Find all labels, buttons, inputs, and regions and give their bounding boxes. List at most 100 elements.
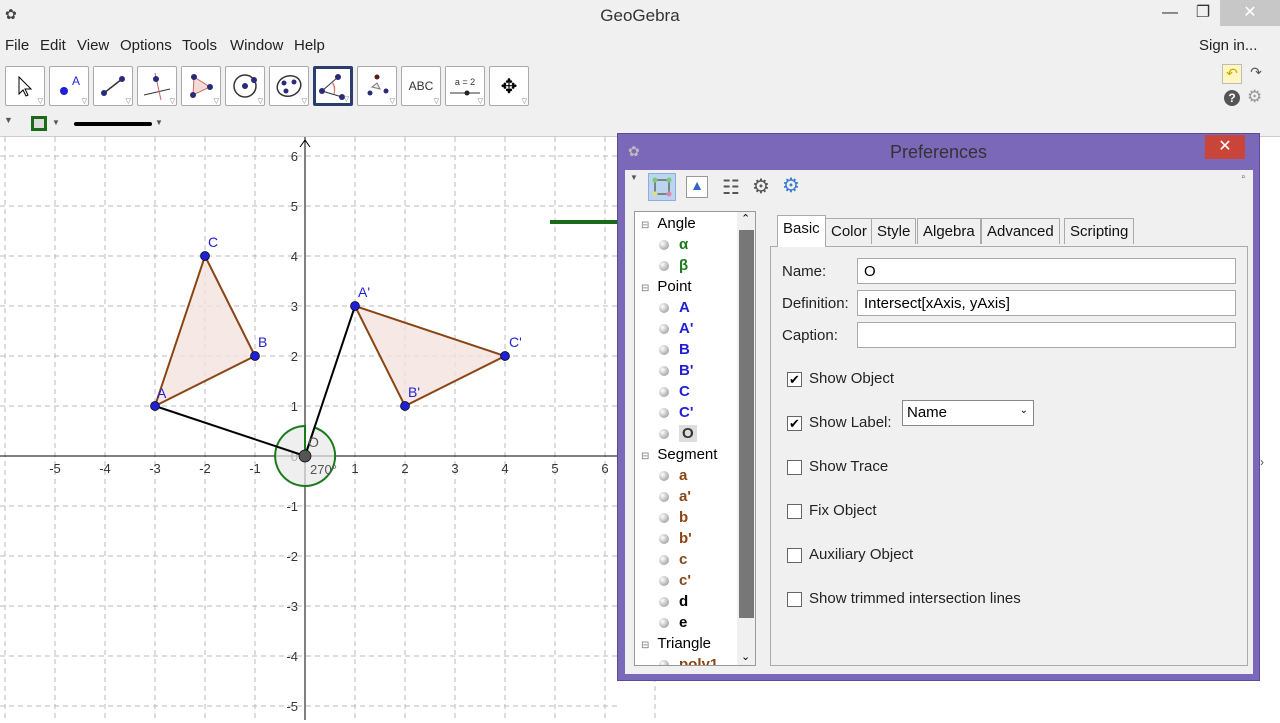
tab-algebra[interactable]: Algebra (917, 218, 981, 244)
tree-group[interactable]: ⊟ Point (641, 276, 692, 297)
visibility-ball-icon[interactable] (659, 555, 669, 566)
color-dropdown-icon[interactable]: ▼ (52, 118, 60, 127)
object-tree[interactable]: ⌃ ⌄ ⊟ Angle α β ⊟ Point A A' B B' C C' O ⊟ Segment a a' b b… (634, 211, 756, 666)
tree-item[interactable]: b (659, 507, 688, 528)
visibility-ball-icon[interactable] (659, 471, 669, 482)
visibility-ball-icon[interactable] (659, 618, 669, 629)
visibility-ball-icon[interactable] (659, 597, 669, 608)
menu-view[interactable]: View (77, 37, 109, 54)
menu-options[interactable]: Options (120, 37, 172, 54)
visibility-ball-icon[interactable] (659, 303, 669, 314)
maximize-button[interactable]: ❐ (1188, 0, 1218, 26)
visibility-ball-icon[interactable] (659, 492, 669, 503)
caption-input[interactable] (857, 322, 1236, 348)
checkbox[interactable] (787, 504, 802, 519)
visibility-ball-icon[interactable] (659, 513, 669, 524)
scroll-down-icon[interactable]: ⌄ (741, 650, 750, 663)
collapse-icon[interactable]: ⊟ (641, 283, 649, 294)
tree-item[interactable]: B' (659, 360, 693, 381)
tree-group[interactable]: ⊟ Triangle (641, 633, 711, 654)
checkbox[interactable] (787, 548, 802, 563)
definition-input[interactable] (857, 290, 1236, 316)
tree-item[interactable]: poly1 (659, 654, 718, 665)
visibility-ball-icon[interactable] (659, 324, 669, 335)
scroll-up-icon[interactable]: ⌃ (741, 212, 750, 225)
undo-button[interactable]: ↶ (1222, 64, 1242, 84)
tab-basic[interactable]: Basic (777, 215, 826, 247)
move-graphics-view-tool[interactable]: ✥ ▽ (489, 66, 529, 106)
menu-help[interactable]: Help (294, 37, 325, 54)
reflect-tool[interactable]: ▽ (357, 66, 397, 106)
line-style-dropdown-icon[interactable]: ▼ (155, 118, 163, 127)
tree-item[interactable]: C (659, 381, 690, 402)
visibility-ball-icon[interactable] (659, 261, 669, 272)
tree-item[interactable]: A' (659, 318, 693, 339)
visibility-ball-icon[interactable] (659, 429, 669, 440)
visibility-ball-icon[interactable] (659, 534, 669, 545)
visibility-ball-icon[interactable] (659, 387, 669, 398)
circle-tool[interactable]: ▽ (225, 66, 265, 106)
settings-gear-icon[interactable]: ⚙ (1247, 87, 1262, 107)
perpendicular-line-tool[interactable]: ▽ (137, 66, 177, 106)
checkbox[interactable] (787, 460, 802, 475)
visibility-ball-icon[interactable] (659, 660, 669, 665)
tree-group[interactable]: ⊟ Angle (641, 213, 696, 234)
collapse-icon[interactable]: ⊟ (641, 451, 649, 462)
tree-item[interactable]: α (659, 234, 688, 255)
tab-advanced[interactable]: Advanced (981, 218, 1060, 244)
tree-item[interactable]: C' (659, 402, 693, 423)
objects-prefs-button[interactable] (648, 173, 676, 201)
checkbox[interactable]: ✔ (787, 416, 802, 431)
menu-file[interactable]: File (5, 37, 29, 54)
tree-item[interactable]: c' (659, 570, 691, 591)
tree-group[interactable]: ⊟ Segment (641, 444, 717, 465)
polygon-tool[interactable]: ▽ (181, 66, 221, 106)
sign-in-link[interactable]: Sign in... (1199, 37, 1257, 54)
label-mode-select[interactable]: Name ⌄ (902, 400, 1034, 426)
point-b-prime[interactable] (400, 401, 410, 411)
angle-tool[interactable]: ▽ (313, 66, 353, 106)
tree-item[interactable]: e (659, 612, 687, 633)
tree-item[interactable]: O (659, 423, 697, 444)
text-tool[interactable]: ABC ▽ (401, 66, 441, 106)
restore-icon[interactable]: ▫ (1241, 172, 1245, 183)
graphics-prefs-button[interactable]: ▲ (686, 176, 708, 198)
layout-prefs-button[interactable]: ☷ (722, 175, 740, 200)
tree-item[interactable]: c (659, 549, 687, 570)
tree-scrollbar[interactable]: ⌃ ⌄ (737, 212, 755, 665)
point-c-prime[interactable] (500, 351, 510, 361)
color-swatch-button[interactable] (31, 116, 47, 131)
tree-item[interactable]: β (659, 255, 688, 276)
point-tool[interactable]: A ▽ (49, 66, 89, 106)
visibility-ball-icon[interactable] (659, 576, 669, 587)
name-input[interactable] (857, 258, 1236, 284)
scroll-thumb[interactable] (739, 230, 754, 618)
point-a-prime[interactable] (350, 301, 360, 311)
tab-color[interactable]: Color (825, 218, 873, 244)
close-button[interactable]: ✕ (1220, 0, 1280, 26)
tab-style[interactable]: Style (871, 218, 917, 244)
minimize-button[interactable]: — (1155, 0, 1185, 26)
tab-scripting[interactable]: Scripting (1064, 218, 1135, 244)
line-style-button[interactable] (74, 122, 152, 126)
tree-item[interactable]: d (659, 591, 688, 612)
defaults-prefs-button[interactable]: ⚙ (752, 174, 770, 199)
visibility-ball-icon[interactable] (659, 366, 669, 377)
slider-tool[interactable]: a = 2 ▽ (445, 66, 485, 106)
tree-item[interactable]: a (659, 465, 687, 486)
visibility-ball-icon[interactable] (659, 345, 669, 356)
segment-tool[interactable]: ▽ (93, 66, 133, 106)
menu-window[interactable]: Window (230, 37, 283, 54)
visibility-ball-icon[interactable] (659, 408, 669, 419)
checkbox[interactable]: ✔ (787, 372, 802, 387)
menu-edit[interactable]: Edit (40, 37, 66, 54)
help-icon[interactable]: ? (1224, 90, 1240, 106)
menu-tools[interactable]: Tools (182, 37, 217, 54)
collapse-icon[interactable]: ⊟ (641, 220, 649, 231)
dialog-close-button[interactable]: ✕ (1205, 135, 1245, 159)
point-b[interactable] (250, 351, 260, 361)
advanced-prefs-button[interactable]: ⚙ (782, 173, 800, 198)
conic-tool[interactable]: ▽ (269, 66, 309, 106)
collapse-icon[interactable]: ⊟ (641, 640, 649, 651)
checkbox[interactable] (787, 592, 802, 607)
